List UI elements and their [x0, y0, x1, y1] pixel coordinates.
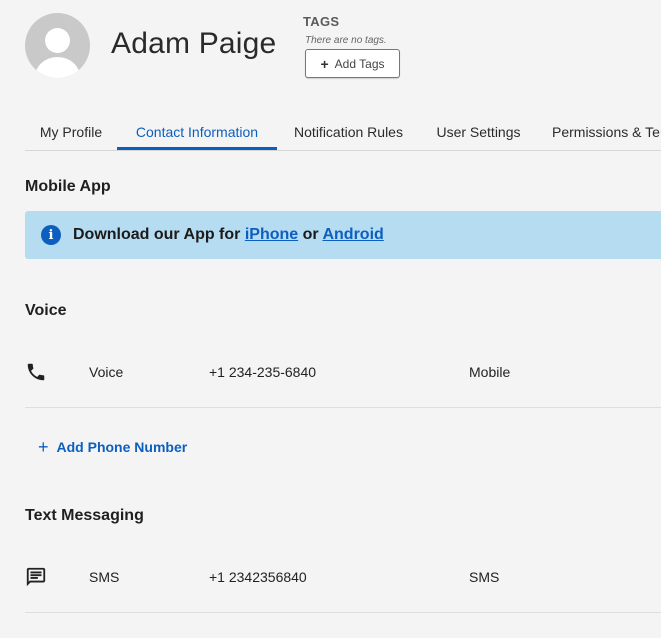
plus-icon: +: [320, 55, 329, 72]
tags-label: TAGS: [303, 14, 340, 29]
message-icon: [25, 566, 47, 593]
banner-prefix: Download our App for: [73, 226, 245, 243]
tab-notification-rules[interactable]: Notification Rules: [277, 113, 420, 150]
info-icon: i: [41, 225, 61, 245]
phone-icon: [25, 361, 47, 388]
sms-type: SMS: [89, 569, 120, 585]
voice-type: Voice: [89, 364, 124, 380]
voice-row[interactable]: Voice +1 234-235-6840 Mobile: [25, 342, 661, 408]
avatar-body: [35, 57, 80, 78]
contact-information-page: Adam Paige TAGS There are no tags. + Add…: [0, 0, 661, 638]
tab-user-settings[interactable]: User Settings: [420, 113, 537, 150]
sms-number: +1 2342356840: [209, 569, 307, 585]
text-messaging-title: Text Messaging: [25, 507, 144, 524]
tab-permissions-teams[interactable]: Permissions & Te: [537, 113, 661, 150]
add-tags-label: Add Tags: [334, 56, 385, 71]
banner-text: Download our App for iPhone or Android: [73, 226, 384, 244]
plus-icon: +: [38, 437, 49, 457]
voice-label: Mobile: [469, 364, 511, 380]
add-phone-number-button[interactable]: + Add Phone Number: [38, 438, 187, 456]
avatar[interactable]: [25, 13, 90, 78]
banner-middle: or: [298, 226, 323, 243]
voice-title: Voice: [25, 302, 67, 319]
mobile-app-title: Mobile App: [25, 178, 111, 195]
tab-my-profile[interactable]: My Profile: [25, 113, 117, 150]
tab-contact-information[interactable]: Contact Information: [117, 113, 277, 150]
app-download-banner: i Download our App for iPhone or Android: [25, 211, 661, 259]
sms-label: SMS: [469, 569, 500, 585]
add-tags-button[interactable]: + Add Tags: [305, 49, 400, 78]
tags-empty-text: There are no tags.: [305, 35, 387, 46]
iphone-link[interactable]: iPhone: [245, 226, 298, 243]
android-link[interactable]: Android: [322, 226, 383, 243]
profile-tabs: My Profile Contact Information Notificat…: [25, 113, 661, 151]
user-name: Adam Paige: [111, 27, 277, 60]
avatar-head: [45, 28, 70, 53]
voice-number: +1 234-235-6840: [209, 364, 317, 380]
add-phone-number-label: Add Phone Number: [56, 439, 188, 455]
sms-row[interactable]: SMS +1 2342356840 SMS: [25, 547, 661, 613]
